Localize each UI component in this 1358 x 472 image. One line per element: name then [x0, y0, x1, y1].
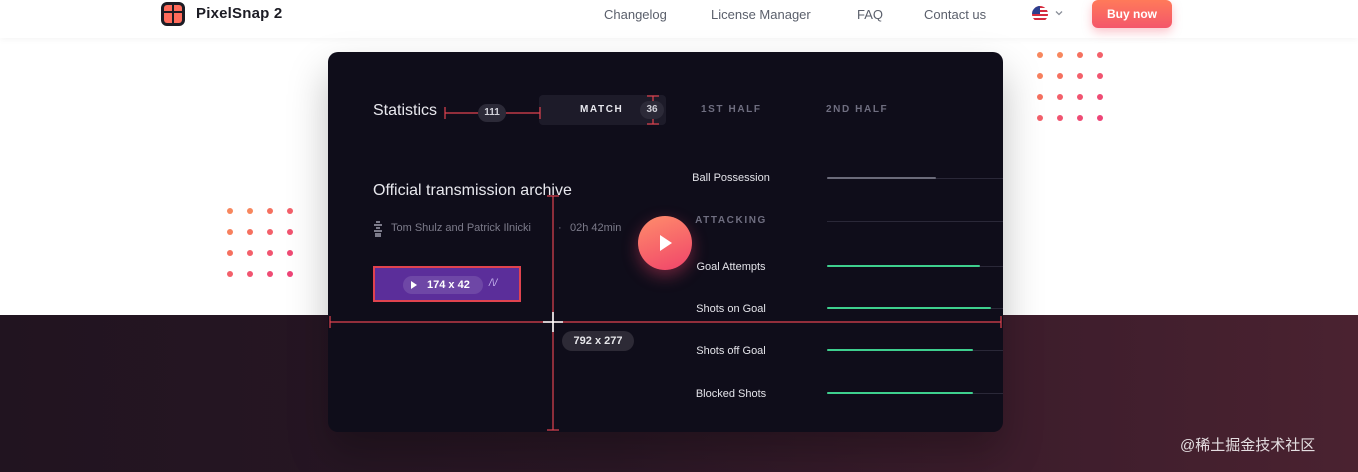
tab-2nd-half[interactable]: 2ND HALF	[826, 104, 888, 115]
demo-card: Statistics MATCH 1ST HALF 2ND HALF Offic…	[328, 52, 1003, 432]
archive-duration: 02h 42min	[570, 222, 622, 234]
zipper-icon	[374, 221, 382, 237]
nav-link-contact[interactable]: Contact us	[924, 7, 986, 22]
nav-link-faq[interactable]: FAQ	[857, 7, 883, 22]
stat-label-blocked-shots: Blocked Shots	[695, 388, 767, 400]
stat-fill-shots-off-goal	[827, 349, 974, 351]
stat-bar-blocked-shots	[827, 392, 1003, 394]
stat-bar-ball-possession	[827, 177, 1003, 179]
stat-label-ball-possession: Ball Possession	[692, 172, 770, 184]
brand-name[interactable]: PixelSnap 2	[196, 5, 282, 22]
archive-authors: Tom Shulz and Patrick Ilnicki	[391, 222, 531, 234]
buy-now-button[interactable]: Buy now	[1092, 0, 1172, 28]
tab-match-label[interactable]: MATCH	[580, 104, 623, 115]
archive-title: Official transmission archive	[373, 182, 572, 199]
chevron-down-icon[interactable]	[1054, 8, 1064, 18]
vertical-gap-badge: 36	[640, 101, 664, 119]
text-cursor-icon: /\/	[489, 278, 498, 289]
tab-1st-half[interactable]: 1ST HALF	[701, 104, 762, 115]
size-readout-pill: 174 x 42	[403, 276, 483, 294]
meta-separator: ·	[558, 222, 562, 234]
top-navigation: PixelSnap 2 Changelog License Manager FA…	[0, 0, 1358, 38]
statistics-title: Statistics	[373, 102, 438, 119]
stat-label-shots-on-goal: Shots on Goal	[696, 303, 766, 315]
watch-button[interactable]: 174 x 42 /\/	[373, 266, 521, 302]
horizontal-gap-badge: 111	[478, 104, 506, 122]
stat-label-goal-attempts: Goal Attempts	[696, 261, 766, 273]
stat-label-shots-off-goal: Shots off Goal	[696, 345, 766, 357]
us-flag-icon[interactable]	[1032, 6, 1048, 22]
stat-fill-ball-possession	[827, 177, 937, 179]
stat-fill-blocked-shots	[827, 392, 974, 394]
play-icon	[660, 235, 672, 251]
play-small-icon	[411, 281, 417, 289]
nav-link-license-manager[interactable]: License Manager	[711, 7, 811, 22]
stats-section-heading: ATTACKING	[695, 215, 767, 226]
stat-bar-shots-off-goal	[827, 349, 1003, 351]
card-size-badge: 792 x 277	[562, 331, 634, 351]
button-size-label: 174 x 42	[427, 279, 470, 291]
nav-link-changelog[interactable]: Changelog	[604, 7, 667, 22]
stat-divider	[827, 221, 1003, 222]
pixelsnap-logo-icon[interactable]	[160, 1, 186, 27]
stat-fill-shots-on-goal	[827, 307, 991, 309]
stat-bar-goal-attempts	[827, 265, 1003, 267]
stat-fill-goal-attempts	[827, 265, 981, 267]
stat-bar-shots-on-goal	[827, 307, 1003, 309]
watermark-text: @稀土掘金技术社区	[1180, 437, 1316, 454]
